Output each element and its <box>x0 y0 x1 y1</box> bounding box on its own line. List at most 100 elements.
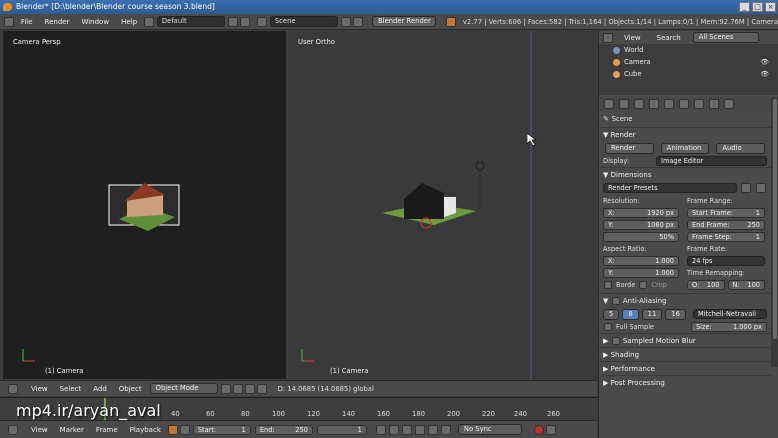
camera-viewport[interactable]: Camera Persp (1) Camera <box>3 31 286 379</box>
scene-tab-icon[interactable] <box>649 99 659 109</box>
close-button[interactable]: × <box>765 2 776 12</box>
border-checkbox[interactable] <box>604 281 612 289</box>
play-reverse-icon[interactable] <box>401 424 412 435</box>
aa-filter-select[interactable]: Mitchell-Netravali <box>692 309 767 319</box>
dimensions-section-header[interactable]: ▼ Dimensions <box>599 167 771 181</box>
render-section-header[interactable]: ▼ Render <box>599 127 771 141</box>
world-tab-icon[interactable] <box>664 99 674 109</box>
frame-rate-select[interactable]: 24 fps <box>687 256 765 266</box>
aspect-x-field[interactable]: X: 1.000 <box>603 256 679 266</box>
pivot-icon[interactable] <box>232 383 243 394</box>
play-icon[interactable] <box>414 424 425 435</box>
start-frame-field[interactable]: Start Frame: 1 <box>687 208 765 218</box>
layers-icon[interactable] <box>256 383 267 394</box>
menu-file[interactable]: File <box>15 18 39 26</box>
render-button[interactable]: Render <box>605 142 654 154</box>
performance-section-header[interactable]: ▶ Performance <box>599 361 771 375</box>
shading-section-header[interactable]: ▶ Shading <box>599 347 771 361</box>
jump-start-icon[interactable] <box>375 424 386 435</box>
end-frame-field[interactable]: End Frame: 250 <box>687 220 765 230</box>
outliner-item-camera[interactable]: Camera 👁 <box>599 56 778 68</box>
editor-type-icon[interactable] <box>4 16 14 27</box>
keyframe-set-icon[interactable] <box>545 424 556 435</box>
add-preset-icon[interactable] <box>741 183 751 193</box>
object-tab-icon[interactable] <box>679 99 689 109</box>
pin-icon[interactable]: ✎ <box>603 115 609 123</box>
editor-type-icon[interactable] <box>8 424 18 435</box>
add-layout-icon[interactable] <box>228 16 239 27</box>
aspect-y-field[interactable]: Y: 1.000 <box>603 268 679 278</box>
end-frame-field[interactable]: End: 250 <box>254 424 313 435</box>
menu-view[interactable]: View <box>618 34 647 42</box>
outliner-item-world[interactable]: World <box>599 44 778 56</box>
remap-new-field[interactable]: N: 100 <box>727 280 765 290</box>
aa-checkbox[interactable] <box>611 296 620 305</box>
aa-samples-16[interactable]: 16 <box>665 308 686 320</box>
menu-frame[interactable]: Frame <box>90 426 124 434</box>
editor-type-icon[interactable] <box>8 383 18 394</box>
render-engine-select[interactable]: Blender Render <box>372 16 437 27</box>
motion-blur-checkbox[interactable] <box>611 336 620 345</box>
menu-help[interactable]: Help <box>115 18 143 26</box>
menu-render[interactable]: Render <box>39 18 76 26</box>
full-sample-checkbox[interactable] <box>604 323 612 331</box>
constraints-tab-icon[interactable] <box>694 99 704 109</box>
sync-select[interactable]: No Sync <box>457 424 522 435</box>
add-scene-icon[interactable] <box>341 16 352 27</box>
material-tab-icon[interactable] <box>724 99 734 109</box>
menu-object[interactable]: Object <box>113 385 148 393</box>
outliner-item-cube[interactable]: Cube 👁 <box>599 68 778 80</box>
aa-samples-11[interactable]: 11 <box>641 308 663 320</box>
editor-type-icon[interactable] <box>604 99 614 109</box>
scene-field[interactable]: Scene <box>269 16 339 27</box>
visibility-icon[interactable]: 👁 <box>760 58 769 66</box>
menu-search[interactable]: Search <box>651 34 687 42</box>
prev-key-icon[interactable] <box>388 424 399 435</box>
animation-button[interactable]: Animation <box>660 142 710 154</box>
mode-select[interactable]: Object Mode <box>149 383 218 394</box>
remove-preset-icon[interactable] <box>756 183 766 193</box>
visibility-icon[interactable]: 👁 <box>760 70 769 78</box>
display-mode-select[interactable]: All Scenes <box>692 32 759 43</box>
properties-scrollbar[interactable] <box>771 97 778 367</box>
lock-icon[interactable] <box>179 424 190 435</box>
manipulator-icon[interactable] <box>244 383 255 394</box>
menu-select[interactable]: Select <box>54 385 88 393</box>
jump-end-icon[interactable] <box>440 424 451 435</box>
render-tab-icon[interactable] <box>619 99 629 109</box>
aa-samples-5[interactable]: 5 <box>603 308 620 320</box>
post-processing-section-header[interactable]: ▶ Post Processing <box>599 375 771 389</box>
modifiers-tab-icon[interactable] <box>709 99 719 109</box>
minimize-button[interactable]: _ <box>739 2 750 12</box>
record-icon[interactable] <box>533 424 544 435</box>
screen-layout-icon[interactable] <box>144 16 154 27</box>
menu-view[interactable]: View <box>25 385 54 393</box>
remove-layout-icon[interactable] <box>240 16 251 27</box>
motion-blur-section-header[interactable]: ▶ Sampled Motion Blur <box>599 333 771 347</box>
menu-view[interactable]: View <box>25 426 54 434</box>
start-frame-field[interactable]: Start: 1 <box>192 424 251 435</box>
display-select[interactable]: Image Editor <box>656 156 767 166</box>
crop-checkbox[interactable] <box>639 281 648 289</box>
ortho-viewport[interactable]: User Ortho (1) Camera <box>288 31 597 379</box>
res-x-field[interactable]: X: 1920 px <box>603 208 679 218</box>
menu-marker[interactable]: Marker <box>54 426 90 434</box>
res-percent-field[interactable]: 50% <box>603 232 679 242</box>
res-y-field[interactable]: Y: 1080 px <box>603 220 679 230</box>
menu-playback[interactable]: Playback <box>124 426 167 434</box>
layers-tab-icon[interactable] <box>634 99 644 109</box>
next-key-icon[interactable] <box>427 424 438 435</box>
menu-window[interactable]: Window <box>75 18 115 26</box>
shading-icon[interactable] <box>220 383 231 394</box>
menu-add[interactable]: Add <box>87 385 113 393</box>
layout-field[interactable]: Default <box>156 16 226 27</box>
anti-aliasing-section-header[interactable]: ▼ Anti-Aliasing <box>599 293 771 307</box>
outliner[interactable]: View Search All Scenes World Camera 👁 Cu… <box>599 31 778 95</box>
filter-size-field[interactable]: Size: 1.000 px <box>691 322 767 332</box>
aa-samples-8[interactable]: 8 <box>622 308 639 320</box>
keying-icon[interactable] <box>167 424 178 435</box>
maximize-button[interactable]: □ <box>752 2 763 12</box>
remove-scene-icon[interactable] <box>353 16 364 27</box>
properties-editor[interactable]: ✎ Scene ▼ Render Render Animation Audio … <box>599 97 771 438</box>
current-frame-field[interactable]: 1 <box>316 424 367 435</box>
